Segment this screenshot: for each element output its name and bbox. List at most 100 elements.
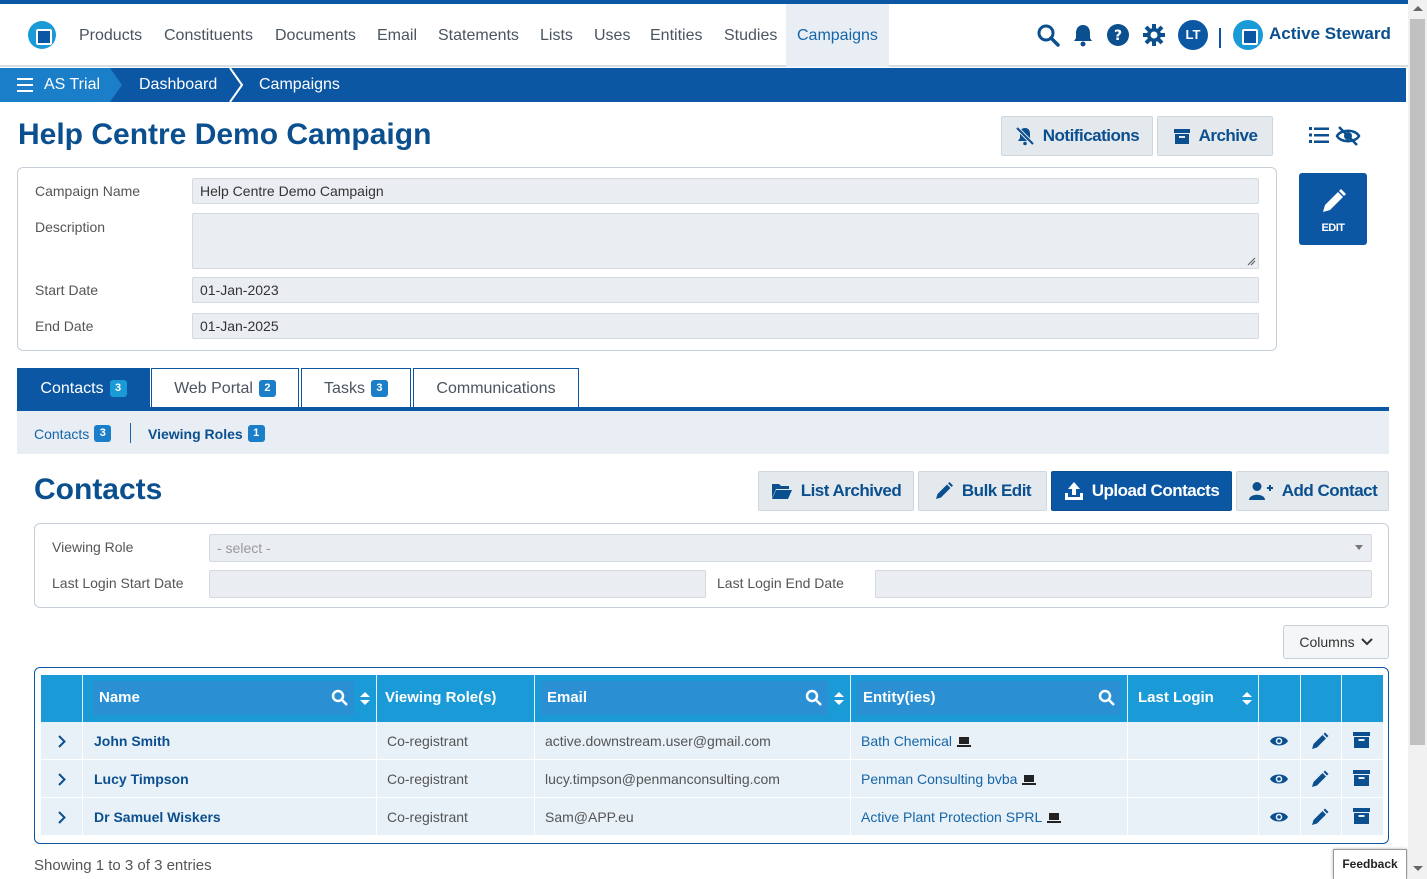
edit-button[interactable]: EDIT [1299, 173, 1367, 245]
list-archived-button[interactable]: List Archived [758, 471, 914, 511]
scrollbar-thumb[interactable] [1410, 19, 1425, 745]
archive-icon[interactable] [1353, 732, 1370, 748]
eye-icon[interactable] [1269, 734, 1289, 748]
subnav-contacts[interactable]: Contacts 3 [34, 425, 112, 442]
nav-entities[interactable]: Entities [650, 4, 702, 67]
end-date-field[interactable]: 01-Jan-2025 [192, 313, 1259, 339]
contact-name[interactable]: Dr Samuel Wiskers [83, 798, 377, 836]
chevron-right-icon[interactable] [58, 735, 66, 748]
eye-icon[interactable] [1269, 810, 1289, 824]
nav-studies[interactable]: Studies [724, 4, 777, 67]
notifications-button[interactable]: Notifications [1001, 116, 1153, 156]
edit-label: EDIT [1321, 222, 1345, 234]
column-header-last-login[interactable]: Last Login [1128, 675, 1259, 722]
expand-cell[interactable] [41, 798, 83, 836]
expand-cell[interactable] [41, 722, 83, 760]
column-header-entities[interactable]: Entity(ies) [851, 675, 1128, 722]
expand-cell[interactable] [41, 760, 83, 798]
subnav-viewing-roles-badge: 1 [247, 425, 265, 442]
contact-entity-cell[interactable]: Penman Consulting bvba [851, 760, 1128, 798]
eye-slash-icon[interactable] [1335, 125, 1361, 152]
contact-entity[interactable]: Penman Consulting bvba [861, 771, 1017, 787]
eye-icon[interactable] [1269, 772, 1289, 786]
breadcrumb-item-dashboard[interactable]: Dashboard [139, 76, 217, 94]
feedback-button[interactable]: Feedback [1333, 849, 1407, 879]
start-date-field[interactable]: 01-Jan-2023 [192, 277, 1259, 303]
search-icon[interactable] [1098, 689, 1115, 706]
description-field[interactable] [192, 213, 1259, 269]
add-contact-button[interactable]: Add Contact [1236, 471, 1389, 511]
viewing-role-placeholder: - select - [217, 540, 271, 556]
app-logo[interactable] [28, 21, 56, 49]
nav-constituents[interactable]: Constituents [164, 4, 253, 67]
search-icon[interactable] [331, 689, 348, 706]
archive-icon[interactable] [1353, 770, 1370, 786]
nav-campaigns[interactable]: Campaigns [786, 4, 889, 67]
last-login-end-field[interactable] [875, 570, 1372, 598]
viewing-role-select[interactable]: - select - [209, 534, 1372, 562]
edit-cell [1301, 798, 1342, 836]
campaign-name-field[interactable]: Help Centre Demo Campaign [192, 178, 1259, 204]
last-login-end-label: Last Login End Date [717, 575, 844, 591]
scroll-up-icon[interactable] [1413, 6, 1423, 11]
tab-tasks-label: Tasks [324, 379, 365, 397]
chevron-right-icon[interactable] [58, 811, 66, 824]
breadcrumb-item-as-trial[interactable]: AS Trial [44, 76, 100, 94]
search-icon[interactable] [805, 689, 822, 706]
list-view-icon[interactable] [1309, 125, 1331, 150]
contact-email: active.downstream.user@gmail.com [535, 722, 851, 760]
columns-button[interactable]: Columns [1283, 625, 1389, 659]
contact-entity[interactable]: Bath Chemical [861, 733, 952, 749]
nav-products[interactable]: Products [79, 4, 142, 67]
contact-entity-cell[interactable]: Bath Chemical [851, 722, 1128, 760]
archive-button[interactable]: Archive [1157, 116, 1273, 156]
chevron-right-icon[interactable] [58, 773, 66, 786]
help-icon[interactable]: ? [1105, 22, 1131, 48]
sort-icon[interactable] [1242, 692, 1252, 706]
contact-entity-cell[interactable]: Active Plant Protection SPRL [851, 798, 1128, 836]
column-header-email[interactable]: Email [535, 675, 851, 722]
tab-contacts[interactable]: Contacts 3 [17, 368, 150, 408]
search-icon[interactable] [1035, 22, 1061, 48]
contact-role: Co-registrant [377, 760, 535, 798]
subnav-viewing-roles[interactable]: Viewing Roles 1 [148, 425, 265, 442]
contact-name[interactable]: Lucy Timpson [83, 760, 377, 798]
laptop-icon [957, 737, 972, 748]
laptop-icon [1047, 813, 1062, 824]
tab-communications-label: Communications [436, 379, 556, 397]
bell-icon[interactable] [1070, 22, 1096, 48]
page-title: Help Centre Demo Campaign [18, 118, 432, 151]
nav-uses[interactable]: Uses [594, 4, 630, 67]
scroll-down-icon[interactable] [1413, 866, 1423, 871]
sort-icon[interactable] [834, 692, 844, 706]
bulk-edit-button[interactable]: Bulk Edit [918, 471, 1047, 511]
gear-icon[interactable] [1141, 22, 1167, 48]
menu-icon[interactable] [17, 78, 33, 96]
user-avatar[interactable]: LT [1178, 20, 1208, 50]
tab-web-portal[interactable]: Web Portal 2 [151, 368, 299, 408]
subnav-contacts-label: Contacts [34, 425, 90, 442]
pencil-icon[interactable] [1311, 770, 1329, 788]
last-login-start-field[interactable] [209, 570, 706, 598]
column-header-viewing-roles[interactable]: Viewing Role(s) [377, 675, 535, 722]
column-header-name[interactable]: Name [83, 675, 377, 722]
contact-name[interactable]: John Smith [83, 722, 377, 760]
pencil-icon[interactable] [1311, 808, 1329, 826]
upload-contacts-button[interactable]: Upload Contacts [1051, 471, 1232, 511]
view-cell [1259, 760, 1301, 798]
pencil-icon[interactable] [1311, 732, 1329, 750]
expand-column-header [41, 675, 83, 722]
contact-entity[interactable]: Active Plant Protection SPRL [861, 809, 1042, 825]
nav-lists[interactable]: Lists [540, 4, 573, 67]
tab-tasks[interactable]: Tasks 3 [301, 368, 411, 408]
resize-handle-icon[interactable] [1247, 257, 1256, 266]
column-header-name-label: Name [99, 689, 140, 706]
tab-communications[interactable]: Communications [413, 368, 579, 408]
sort-icon[interactable] [360, 692, 370, 706]
nav-email[interactable]: Email [377, 4, 417, 67]
nav-documents[interactable]: Documents [275, 4, 356, 67]
breadcrumb-item-campaigns[interactable]: Campaigns [259, 76, 340, 94]
archive-icon[interactable] [1353, 808, 1370, 824]
nav-statements[interactable]: Statements [438, 4, 519, 67]
breadcrumb-home[interactable]: AS Trial [0, 68, 122, 102]
